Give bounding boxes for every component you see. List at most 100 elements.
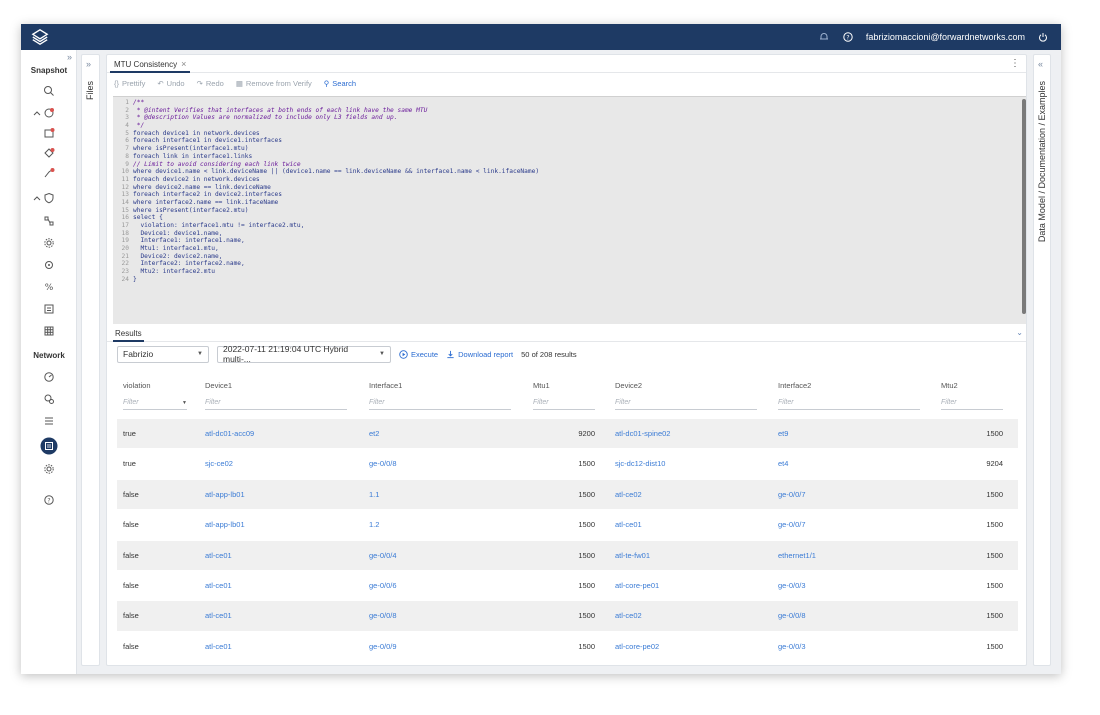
- table-cell[interactable]: sjc-ce02: [205, 449, 347, 479]
- table-cell[interactable]: ge-0/0/8: [369, 601, 511, 631]
- files-label[interactable]: Files: [85, 81, 95, 100]
- filter-input[interactable]: Filter: [941, 396, 1003, 410]
- help-icon[interactable]: ?: [842, 31, 854, 43]
- column-header[interactable]: Mtu2: [941, 381, 958, 390]
- percent-icon[interactable]: %: [42, 280, 56, 294]
- editor-scrollbar[interactable]: [1022, 99, 1026, 314]
- settings-icon[interactable]: [42, 462, 56, 476]
- column-header[interactable]: Interface2: [778, 381, 811, 390]
- right-panel-label[interactable]: Data Model / Documentation / Examples: [1037, 81, 1047, 242]
- expand-right-panel-icon[interactable]: «: [1038, 59, 1043, 69]
- code-line[interactable]: 22 Interface2: interface2.name,: [113, 260, 1026, 268]
- table-cell[interactable]: ethernet1/1: [778, 541, 920, 571]
- table-cell[interactable]: 1.2: [369, 510, 511, 540]
- code-line[interactable]: 12 where device2.name == link.deviceName: [113, 184, 1026, 192]
- table-cell[interactable]: atl-ce02: [615, 601, 757, 631]
- code-line[interactable]: 8 foreach link in interface1.links: [113, 153, 1026, 161]
- code-line[interactable]: 24}: [113, 276, 1026, 284]
- code-line[interactable]: 3 * @description Values are normalized t…: [113, 114, 1026, 122]
- table-cell[interactable]: atl-ce01: [205, 632, 347, 662]
- table-row[interactable]: true atl-dc01-acc09 et2 9200 atl-dc01-spine0…: [117, 419, 1018, 450]
- table-cell[interactable]: ge-0/0/7: [778, 510, 920, 540]
- user-email[interactable]: fabriziomaccioni@forwardnetworks.com: [866, 32, 1025, 42]
- table-cell[interactable]: ge-0/0/3: [778, 632, 920, 662]
- code-line[interactable]: 11 foreach device2 in network.devices: [113, 176, 1026, 184]
- nqe-active-icon[interactable]: [40, 437, 58, 455]
- undo-button[interactable]: ↶ Undo: [157, 79, 184, 88]
- network-issues-icon[interactable]: [42, 146, 56, 160]
- filter-input[interactable]: Filter ▼: [123, 396, 187, 410]
- table-cell[interactable]: ge-0/0/9: [369, 632, 511, 662]
- code-line[interactable]: 18 Device1: device1.name,: [113, 230, 1026, 238]
- code-line[interactable]: 1 /**: [113, 99, 1026, 107]
- column-header[interactable]: Device1: [205, 381, 232, 390]
- close-icon[interactable]: ×: [181, 59, 186, 69]
- grid-icon[interactable]: [42, 324, 56, 338]
- code-line[interactable]: 21 Device2: device2.name,: [113, 253, 1026, 261]
- code-line[interactable]: 15 where isPresent(interface2.mtu): [113, 207, 1026, 215]
- table-cell[interactable]: sjc-dc12-dist10: [615, 449, 757, 479]
- table-row[interactable]: false atl-app-lb01 1.2 1500 atl-ce01 ge-0/0/7…: [117, 510, 1018, 541]
- code-line[interactable]: 13 foreach interface2 in device2.interfac…: [113, 191, 1026, 199]
- table-cell[interactable]: 1.1: [369, 480, 511, 510]
- snapshot-select[interactable]: 2022-07-11 21:19:04 UTC Hybrid multi-...…: [217, 344, 391, 364]
- table-cell[interactable]: atl-dc01-acc09: [205, 419, 347, 449]
- prettify-button[interactable]: {} Prettify: [114, 79, 145, 88]
- code-line[interactable]: 4 */: [113, 122, 1026, 130]
- execute-button[interactable]: Execute: [399, 350, 438, 359]
- remove-from-verify-button[interactable]: ▦ Remove from Verify: [236, 79, 312, 88]
- tab-mtu-consistency[interactable]: MTU Consistency ×: [110, 57, 191, 73]
- bell-icon[interactable]: [818, 31, 830, 43]
- table-row[interactable]: false atl-ce01 ge-0/0/8 1500 atl-ce02 ge-0/0/…: [117, 601, 1018, 632]
- search-button[interactable]: ⚲ Search: [324, 79, 356, 88]
- table-cell[interactable]: atl-ce01: [205, 571, 347, 601]
- table-cell[interactable]: et9: [778, 419, 920, 449]
- search-icon[interactable]: [42, 84, 56, 98]
- dashboard-icon[interactable]: [42, 370, 56, 384]
- column-header[interactable]: violation: [123, 381, 151, 390]
- expand-files-icon[interactable]: »: [86, 59, 91, 69]
- help-icon[interactable]: ?: [42, 493, 56, 507]
- table-cell[interactable]: atl-ce01: [205, 541, 347, 571]
- code-line[interactable]: 23 Mtu2: interface2.mtu: [113, 268, 1026, 276]
- code-line[interactable]: 7 where isPresent(interface1.mtu): [113, 145, 1026, 153]
- table-cell[interactable]: ge-0/0/6: [369, 571, 511, 601]
- table-cell[interactable]: atl-te-fw01: [615, 541, 757, 571]
- target-icon[interactable]: [42, 258, 56, 272]
- filters-icon[interactable]: [42, 414, 56, 428]
- code-line[interactable]: 10 where device1.name < link.deviceName |…: [113, 168, 1026, 176]
- filter-input[interactable]: Filter: [205, 396, 347, 410]
- code-line[interactable]: 20 Mtu1: interface1.mtu,: [113, 245, 1026, 253]
- filter-input[interactable]: Filter: [778, 396, 920, 410]
- collection-icon[interactable]: [42, 392, 56, 406]
- table-cell[interactable]: atl-app-lb01: [205, 480, 347, 510]
- table-cell[interactable]: atl-app-lb01: [205, 510, 347, 540]
- code-line[interactable]: 5 foreach device1 in network.devices: [113, 130, 1026, 138]
- table-row[interactable]: true sjc-ce02 ge-0/0/8 1500 sjc-dc12-dist10 e…: [117, 449, 1018, 480]
- table-row[interactable]: false atl-ce01 ge-0/0/6 1500 atl-core-pe01 ge…: [117, 571, 1018, 602]
- code-editor[interactable]: 1/** 2 * @intent Verifies that interfaces…: [113, 96, 1026, 324]
- settings-gear-icon[interactable]: [42, 236, 56, 250]
- filter-input[interactable]: Filter: [533, 396, 595, 410]
- code-line[interactable]: 17 violation: interface1.mtu != interfac…: [113, 222, 1026, 230]
- table-cell[interactable]: ge-0/0/8: [778, 601, 920, 631]
- collapse-results-icon[interactable]: ⌄: [1016, 328, 1023, 337]
- filter-input[interactable]: Filter: [369, 396, 511, 410]
- tab-results[interactable]: Results: [113, 327, 144, 342]
- network-select[interactable]: Fabrizio ▼: [117, 345, 209, 363]
- filter-input[interactable]: Filter: [615, 396, 757, 410]
- path-issues-icon[interactable]: [42, 166, 56, 180]
- nav-expand-icon[interactable]: »: [67, 52, 72, 62]
- topology-icon[interactable]: [42, 214, 56, 228]
- table-cell[interactable]: atl-dc01-spine02: [615, 419, 757, 449]
- code-line[interactable]: 14 where interface2.name == link.ifaceNam…: [113, 199, 1026, 207]
- code-line[interactable]: 16 select {: [113, 214, 1026, 222]
- power-icon[interactable]: [1037, 31, 1049, 43]
- table-cell[interactable]: atl-ce02: [615, 480, 757, 510]
- redo-button[interactable]: ↷ Redo: [197, 79, 224, 88]
- table-row[interactable]: false atl-ce01 ge-0/0/9 1500 atl-core-pe02 ge…: [117, 632, 1018, 663]
- table-cell[interactable]: et2: [369, 419, 511, 449]
- code-line[interactable]: 9 // Limit to avoid considering each link…: [113, 161, 1026, 169]
- download-report-button[interactable]: Download report: [446, 350, 513, 359]
- table-cell[interactable]: ge-0/0/4: [369, 541, 511, 571]
